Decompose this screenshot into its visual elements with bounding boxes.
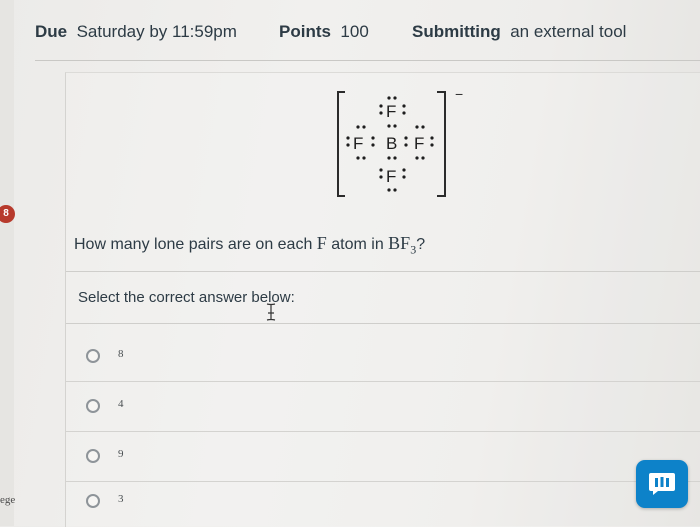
answers-divider: [66, 323, 700, 324]
answer-label: 8: [118, 348, 124, 360]
answer-radio[interactable]: [86, 494, 100, 508]
answer-option[interactable]: 8: [66, 331, 700, 382]
points-value: 100: [340, 22, 369, 41]
bottom-fluorine: F: [386, 167, 396, 186]
submitting-value: an external tool: [510, 22, 627, 41]
lewis-structure-diagram: − F F B F F: [337, 86, 463, 197]
answer-option[interactable]: 4: [66, 381, 700, 432]
answer-radio[interactable]: [86, 349, 100, 363]
text-cursor-icon: [266, 303, 276, 321]
question-text: How many lone pairs are on each F atom i…: [74, 233, 425, 258]
right-fluorine: F: [414, 134, 424, 153]
question-number-badge[interactable]: 8: [0, 205, 15, 223]
question-middle: atom in: [326, 236, 389, 253]
chat-button[interactable]: [636, 460, 688, 508]
question-prefix: How many lone pairs are on each: [74, 236, 317, 253]
assignment-page: 8 ege Due Saturday by 11:59pm Points 100…: [0, 0, 700, 527]
assignment-details-header: Due Saturday by 11:59pm Points 100 Submi…: [35, 22, 675, 46]
answer-option[interactable]: 9: [66, 431, 700, 482]
question-atom: F: [316, 233, 327, 253]
select-answer-prompt: Select the correct answer below:: [78, 289, 295, 306]
answer-option[interactable]: 3: [66, 476, 700, 526]
right-bracket: [437, 91, 446, 197]
submitting-label: Submitting: [412, 22, 501, 41]
left-bracket: [337, 91, 345, 197]
due-value: Saturday by 11:59pm: [76, 22, 237, 41]
points-label: Points: [279, 22, 331, 41]
left-rail: 8 ege: [0, 0, 16, 526]
question-formula: BF3: [388, 233, 416, 257]
central-boron: B: [386, 134, 397, 153]
chat-icon: [649, 473, 675, 495]
sidebar-partial-label: ege: [0, 494, 16, 506]
answer-label: 3: [118, 493, 124, 505]
ion-charge: −: [455, 86, 463, 102]
due-label: Due: [35, 22, 68, 41]
answer-radio[interactable]: [86, 449, 100, 463]
left-fluorine: F: [353, 134, 363, 153]
answer-label: 9: [118, 448, 124, 460]
header-divider: [35, 60, 700, 61]
question-divider: [66, 271, 700, 272]
answer-radio[interactable]: [86, 399, 100, 413]
points: Points 100: [279, 22, 369, 42]
submission-type: Submitting an external tool: [412, 22, 626, 42]
answer-label: 4: [118, 398, 124, 410]
due-date: Due Saturday by 11:59pm: [35, 22, 237, 42]
formula-base: BF: [388, 233, 411, 253]
top-fluorine: F: [386, 102, 396, 121]
question-suffix: ?: [416, 236, 426, 253]
